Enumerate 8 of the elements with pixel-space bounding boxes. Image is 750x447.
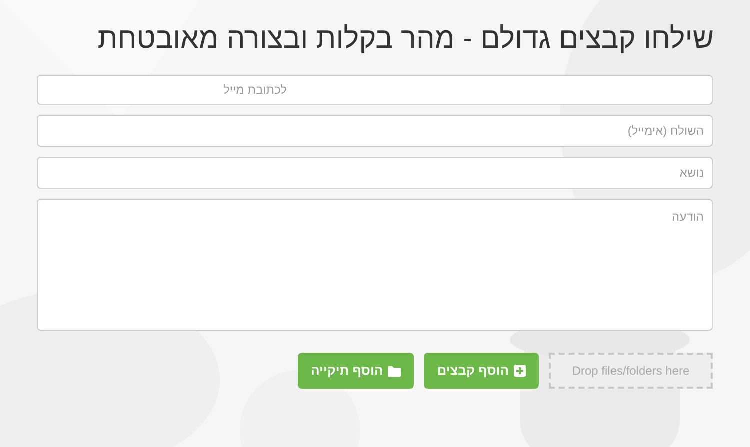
message-field[interactable]: הודעה	[37, 199, 713, 331]
drop-zone[interactable]: Drop files/folders here	[549, 353, 713, 389]
input-field[interactable]: נושא	[37, 157, 713, 189]
add-folder-button[interactable]: הוסף תיקייה	[298, 353, 414, 389]
page-title: שילחו קבצים גדולם - מהר בקלות ובצורה מאובטחת	[96, 22, 715, 57]
input-field[interactable]: השולח (אימייל)	[37, 115, 713, 147]
input-field[interactable]: לכתובת מייל	[37, 75, 713, 105]
add-files-button[interactable]: הוסף קבצים	[424, 353, 539, 389]
